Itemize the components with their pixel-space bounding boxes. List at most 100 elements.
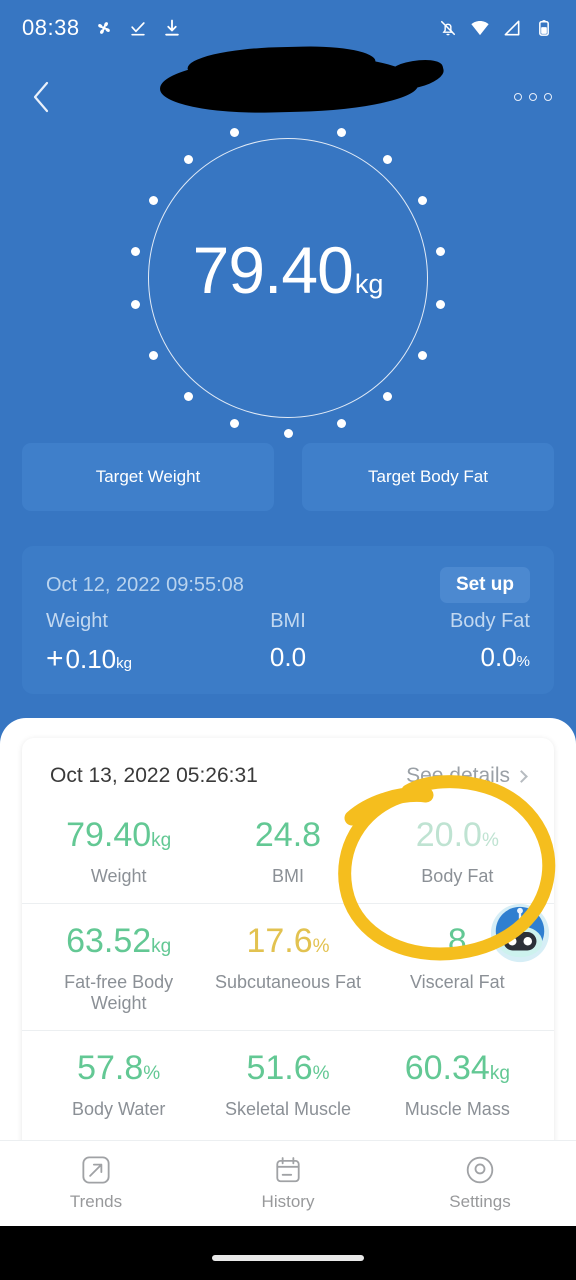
nav-label: Trends xyxy=(69,1192,123,1211)
nav-item-settings[interactable]: Settings xyxy=(384,1155,576,1212)
unit: % xyxy=(481,830,499,851)
back-chevron-icon xyxy=(33,81,49,113)
wifi-icon xyxy=(471,21,489,36)
metric-cell-muscle-mass[interactable]: 60.34kg Muscle Mass xyxy=(373,1049,542,1120)
unit: % xyxy=(312,936,330,957)
value: 60.34 xyxy=(404,1049,490,1087)
target-body-fat-button[interactable]: Target Body Fat xyxy=(302,443,554,511)
overflow-menu-icon xyxy=(529,93,537,101)
dial-tick-dot xyxy=(383,392,393,402)
value: 0.0 xyxy=(269,642,307,672)
unit: kg xyxy=(116,655,132,672)
value: 79.40 xyxy=(66,816,152,854)
metric-cell-skeletal-muscle[interactable]: 51.6% Skeletal Muscle xyxy=(203,1049,372,1120)
download-icon xyxy=(164,19,179,36)
back-button[interactable] xyxy=(22,78,60,116)
comparison-header: Oct 12, 2022 09:55:08 Set up xyxy=(46,564,530,606)
value: 57.8 xyxy=(77,1049,144,1087)
page-title-redaction xyxy=(159,54,419,116)
notifications-muted-icon xyxy=(440,20,456,36)
comparison-metric-label: Body Fat xyxy=(449,610,530,632)
value: 17.6 xyxy=(246,922,313,960)
metric-value: 57.8% xyxy=(34,1049,203,1088)
metric-cell-bmi[interactable]: 24.8 BMI xyxy=(203,816,372,887)
comparison-metric: Weight +0.10kg xyxy=(46,610,207,676)
trending-arrow-icon xyxy=(82,1156,110,1184)
gesture-pill[interactable] xyxy=(212,1255,364,1261)
unit: kg xyxy=(151,936,172,957)
dial-tick-dot xyxy=(383,154,393,164)
metric-cell-fat-free-body-weight[interactable]: 63.52kg Fat-free Body Weight xyxy=(34,922,203,1014)
metric-label: Visceral Fat xyxy=(409,972,505,992)
status-bar-right xyxy=(438,18,554,38)
comparison-metric: Body Fat 0.0% xyxy=(369,610,530,676)
comparison-card: Oct 12, 2022 09:55:08 Set up Weight +0.1… xyxy=(22,546,554,694)
measurement-date: Oct 13, 2022 05:26:31 xyxy=(50,764,258,787)
overflow-menu-button[interactable] xyxy=(512,85,554,109)
metric-cell-body-water[interactable]: 57.8% Body Water xyxy=(34,1049,203,1120)
measurement-header: Oct 13, 2022 05:26:31 See details xyxy=(22,754,554,798)
metric-label: BMI xyxy=(271,866,304,886)
metric-value: 79.40kg xyxy=(34,816,203,855)
value: 20.0 xyxy=(415,816,482,854)
battery-icon xyxy=(539,20,549,36)
comparison-metric-value: 0.0 xyxy=(207,642,368,673)
dial-tick-dot xyxy=(417,351,427,360)
nav-item-trends[interactable]: Trends xyxy=(0,1155,192,1212)
metric-cell-weight[interactable]: 79.40kg Weight xyxy=(34,816,203,887)
metric-label: Muscle Mass xyxy=(404,1099,510,1119)
dial-tick-dot xyxy=(230,127,240,137)
bottom-navigation: Trends History Settings xyxy=(0,1140,576,1226)
value: 0.10 xyxy=(65,644,117,674)
current-weight-value: 79.40 xyxy=(192,233,354,307)
dial-tick-dot xyxy=(149,351,159,360)
unit: % xyxy=(516,653,530,670)
metric-label: Body Fat xyxy=(421,866,494,886)
measurement-detail-card: Oct 13, 2022 05:26:31 See details 79.40k… xyxy=(22,738,554,1158)
target-weight-button[interactable]: Target Weight xyxy=(22,443,274,511)
dial-tick-dot xyxy=(336,127,346,137)
status-bar-left: 08:38 xyxy=(22,15,182,41)
metric-label: Subcutaneous Fat xyxy=(214,972,362,992)
metric-value: 24.8 xyxy=(203,816,372,855)
dial-tick-dot xyxy=(336,419,346,429)
nav-item-history[interactable]: History xyxy=(192,1155,384,1212)
value: 51.6 xyxy=(246,1049,313,1087)
metric-label: Body Water xyxy=(71,1099,166,1119)
metric-cell-body-fat[interactable]: 20.0% Body Fat xyxy=(373,816,542,887)
unit: kg xyxy=(151,830,172,851)
dial-tick-dot xyxy=(230,419,240,429)
delta-sign: + xyxy=(46,642,64,675)
value: 0.0 xyxy=(480,642,517,672)
metric-row: 79.40kg Weight 24.8 BMI 20.0% Body Fat xyxy=(22,798,554,903)
see-details-link[interactable]: See details xyxy=(406,764,528,788)
dial-tick-dot xyxy=(183,392,193,402)
unit: kg xyxy=(489,1063,510,1084)
overflow-menu-icon xyxy=(544,93,552,101)
robot-assistant-avatar[interactable] xyxy=(489,902,551,964)
comparison-metric-value: +0.10kg xyxy=(46,642,207,676)
dial-tick-dot xyxy=(283,428,293,438)
status-clock: 08:38 xyxy=(22,15,80,40)
set-up-button[interactable]: Set up xyxy=(439,567,530,603)
current-weight: 79.40kg xyxy=(0,232,576,308)
dial-tick-dot xyxy=(183,154,193,164)
nav-label: History xyxy=(261,1192,315,1211)
nav-label: Settings xyxy=(449,1192,511,1211)
app-screen: 08:38 79.40kg Target Weight Target Body … xyxy=(0,0,576,1280)
checkmark-underline-icon xyxy=(130,22,145,36)
calendar-icon xyxy=(276,1157,300,1183)
pinwheel-icon xyxy=(97,22,110,34)
metric-label: Fat-free Body Weight xyxy=(64,972,174,1013)
value: 24.8 xyxy=(254,816,322,854)
see-details-label: See details xyxy=(406,764,510,787)
metric-row: 63.52kg Fat-free Body Weight 17.6% Subcu… xyxy=(22,903,554,1030)
circle-gear-icon xyxy=(466,1156,494,1184)
unit: % xyxy=(143,1063,161,1084)
metric-value: 63.52kg xyxy=(34,922,203,961)
app-header xyxy=(0,54,576,132)
cellular-signal-icon xyxy=(504,20,520,36)
metric-cell-subcutaneous-fat[interactable]: 17.6% Subcutaneous Fat xyxy=(203,922,372,1014)
metric-row: 57.8% Body Water 51.6% Skeletal Muscle 6… xyxy=(22,1030,554,1136)
overflow-menu-icon xyxy=(514,93,522,101)
